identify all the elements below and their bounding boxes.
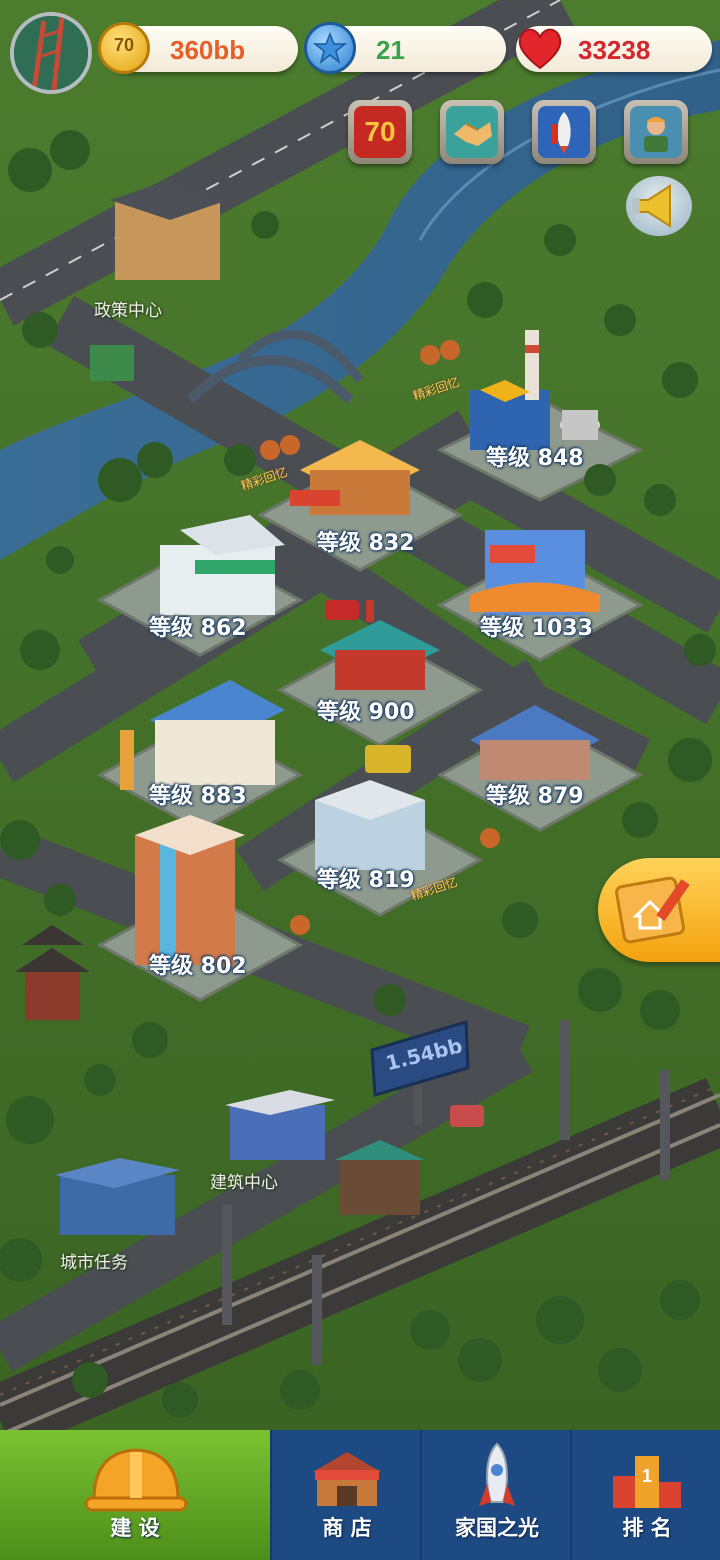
tab-rank-label: 排 名 bbox=[622, 1516, 672, 1540]
coins-counter[interactable]: 70 360bb bbox=[98, 22, 298, 74]
heart-shape-icon bbox=[518, 28, 562, 70]
handshake-icon bbox=[446, 106, 498, 158]
megaphone-icon bbox=[632, 184, 671, 228]
anniversary-70-icon: 70 bbox=[354, 106, 406, 158]
star-shape-icon bbox=[312, 31, 348, 64]
announcement-button[interactable] bbox=[626, 176, 692, 236]
policy-center-label[interactable]: 政策中心 bbox=[94, 296, 162, 321]
tab-rank[interactable]: 1 排 名 bbox=[570, 1430, 720, 1560]
coin-badge-text: 70 bbox=[113, 35, 135, 55]
shop-icon bbox=[313, 1452, 381, 1506]
construction-center-label[interactable]: 建筑中心 bbox=[210, 1168, 278, 1193]
tab-glory-label: 家国之光 bbox=[455, 1516, 539, 1540]
cooperation-button[interactable] bbox=[440, 100, 504, 164]
hearts-counter[interactable]: 33238 bbox=[516, 26, 712, 72]
rocket-icon bbox=[479, 1442, 515, 1506]
building-level-power-plant[interactable]: 等级 848 bbox=[486, 440, 584, 472]
rocket-icon bbox=[538, 106, 590, 158]
svg-text:1: 1 bbox=[642, 1466, 652, 1486]
building-level-lumber-mill[interactable]: 等级 832 bbox=[317, 525, 415, 557]
building-level-vegetable-market[interactable]: 等级 883 bbox=[149, 778, 247, 810]
anniversary-button[interactable]: 70 bbox=[348, 100, 412, 164]
building-level-department-store[interactable]: 等级 1033 bbox=[480, 610, 593, 642]
building-level-office-block[interactable]: 等级 819 bbox=[317, 862, 415, 894]
worker-icon bbox=[630, 106, 682, 158]
building-level-blue-house[interactable]: 等级 879 bbox=[486, 778, 584, 810]
tab-shop-label: 商 店 bbox=[322, 1516, 372, 1540]
hearts-value: 33238 bbox=[578, 35, 651, 65]
tab-build-label: 建 设 bbox=[110, 1516, 160, 1540]
tab-shop[interactable]: 商 店 bbox=[270, 1430, 422, 1560]
stars-counter[interactable]: 21 bbox=[304, 22, 506, 74]
heart-icon bbox=[514, 22, 566, 74]
building-level-safety-factory[interactable]: 等级 862 bbox=[149, 610, 247, 642]
building-level-pavilion[interactable]: 等级 900 bbox=[317, 694, 415, 726]
anniversary-70-text: 70 bbox=[364, 116, 396, 147]
building-level-apartment-tower[interactable]: 等级 802 bbox=[149, 948, 247, 980]
podium-icon: 1 bbox=[613, 1456, 681, 1508]
tab-glory[interactable]: 家国之光 bbox=[420, 1430, 572, 1560]
city-tasks-label[interactable]: 城市任务 bbox=[60, 1248, 128, 1273]
rocket-button[interactable] bbox=[532, 100, 596, 164]
coins-value: 360bb bbox=[170, 35, 246, 65]
house-blueprint-icon bbox=[615, 876, 690, 944]
tab-build[interactable]: 建 设 bbox=[0, 1430, 270, 1560]
coin-icon: 70 bbox=[98, 22, 150, 74]
stars-value: 21 bbox=[376, 35, 405, 65]
avatar[interactable] bbox=[10, 12, 92, 94]
design-edit-button[interactable] bbox=[598, 858, 720, 962]
bridge-photo-icon bbox=[14, 16, 88, 90]
bottom-tab-bar: 建 设 商 店 家国之光 1 排 名 bbox=[0, 1430, 720, 1560]
star-icon bbox=[304, 22, 356, 74]
worker-button[interactable] bbox=[624, 100, 688, 164]
